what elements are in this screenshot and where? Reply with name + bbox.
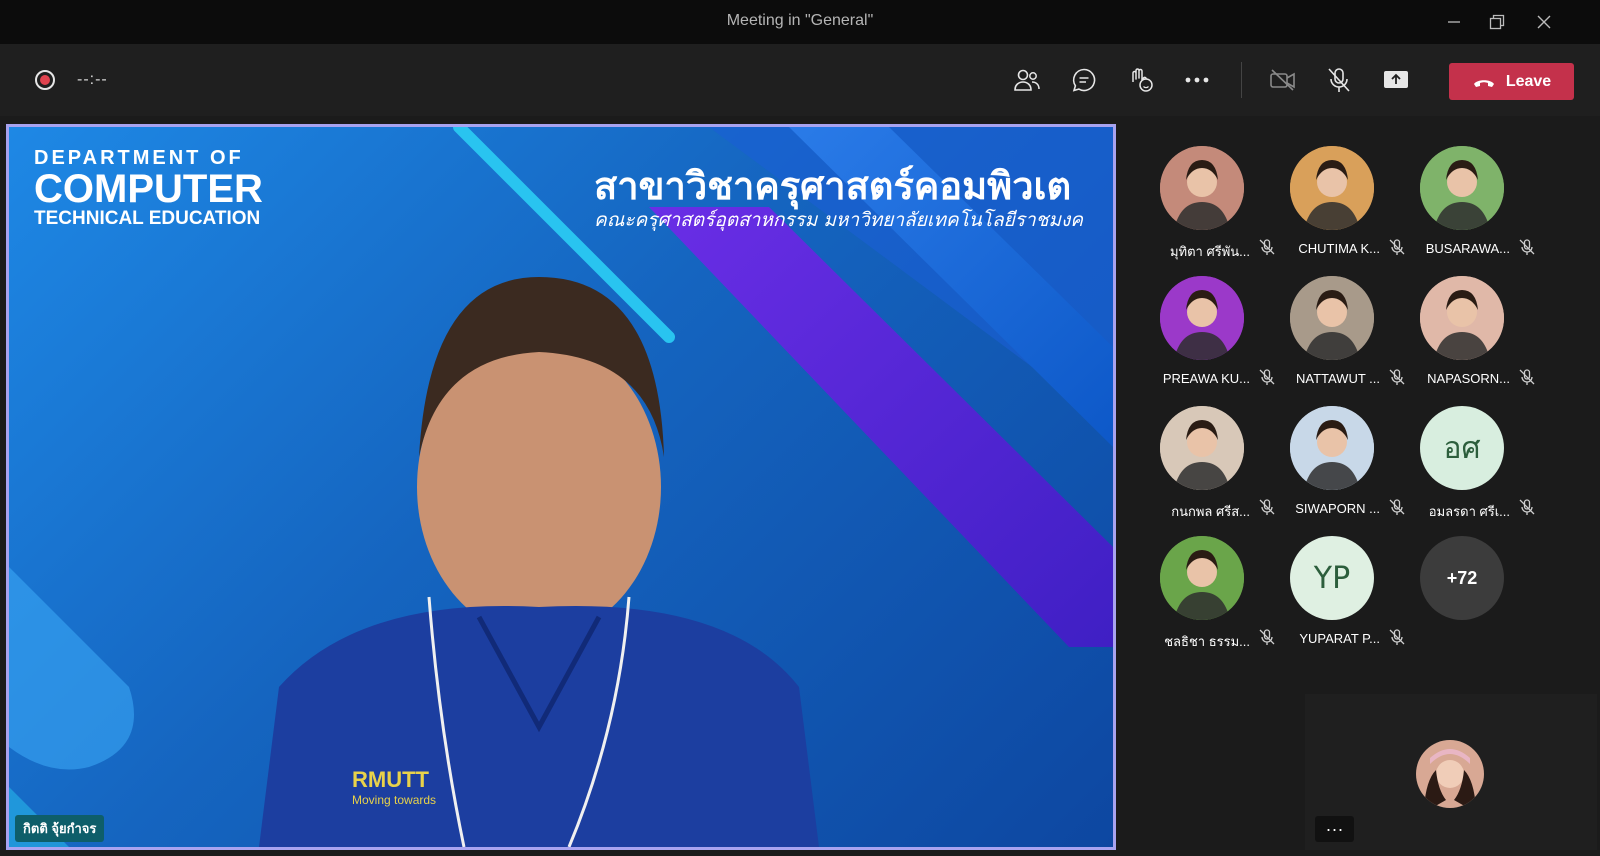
participants-button[interactable] [1007,62,1047,98]
participant-avatar [1420,276,1504,360]
participant-tile[interactable]: SIWAPORN ... [1270,384,1405,516]
camera-toggle-button[interactable] [1263,62,1303,98]
camera-off-icon [1270,69,1295,91]
self-view[interactable]: ··· [1305,694,1597,850]
window-title: Meeting in "General" [726,12,874,29]
participant-photo [1290,146,1374,230]
shirt-logo: RMUTT Moving towards [352,767,436,807]
participant-grid: มุทิตา ศรีพัน... CHUTIMA K... BUSARAWA... P… [1125,124,1600,680]
toolbar-divider [1241,62,1242,98]
dept-line2: COMPUTER [34,167,263,211]
participant-avatar: YP [1290,536,1374,620]
dept-line3: TECHNICAL EDUCATION [34,208,261,229]
speaker-video[interactable]: DEPARTMENT OF COMPUTER TECHNICAL EDUCATI… [6,124,1116,850]
participant-tile[interactable]: NAPASORN... [1400,254,1535,386]
participant-avatar [1160,146,1244,230]
meeting-toolbar: --:-- Leave [0,44,1600,116]
participant-avatar [1160,276,1244,360]
thai-banner-subtitle: คณะครุศาสตร์อุตสาหกรรม มหาวิทยาลัยเทคโนโ… [594,209,1084,231]
participant-photo [1290,406,1374,490]
minimize-button[interactable] [1431,0,1477,44]
shirt-tagline: Moving towards [352,793,437,807]
participant-avatar: อศ [1420,406,1504,490]
participant-tile[interactable]: ชลธิชา ธรรม... [1140,514,1275,649]
more-participants-count: +72 [1446,567,1478,588]
participant-avatar [1160,536,1244,620]
participant-photo [1290,276,1374,360]
participant-name: YUPARAT P... [1299,631,1380,646]
participant-photo [1160,536,1244,620]
speaker-name-badge: กิตติ จุ้ยกำจร [15,815,105,842]
department-logo-text: DEPARTMENT OF COMPUTER TECHNICAL EDUCATI… [34,147,263,230]
title-bar: Meeting in "General" [0,0,1600,44]
participant-tile[interactable]: NATTAWUT ... [1270,254,1405,386]
participant-photo [1160,406,1244,490]
self-avatar [1416,740,1484,808]
participant-avatar [1290,406,1374,490]
minimize-icon [1448,21,1460,23]
close-icon [1537,15,1551,29]
more-participants-badge[interactable]: +72 [1420,536,1504,620]
participant-photo [1160,276,1244,360]
participant-tile[interactable]: CHUTIMA K... [1270,124,1405,256]
mic-off-icon [1328,68,1350,92]
leave-label: Leave [1505,72,1552,90]
share-screen-button[interactable] [1376,62,1416,98]
participant-photo [1420,146,1504,230]
participant-photo [1420,276,1504,360]
participant-avatar [1290,276,1374,360]
participant-tile[interactable]: YP YUPARAT P... [1270,514,1405,646]
raise-hand-icon [1132,68,1153,92]
participant-avatar [1160,406,1244,490]
participant-initials: YP [1313,560,1351,596]
participant-initials: อศ [1443,430,1481,466]
more-actions-button[interactable] [1177,62,1217,98]
chat-icon [1072,68,1096,92]
people-icon [1014,69,1040,91]
close-button[interactable] [1521,0,1567,44]
chat-button[interactable] [1064,62,1104,98]
leave-button[interactable]: Leave [1449,63,1574,100]
reactions-button[interactable] [1121,62,1161,98]
meeting-timer: --:-- [77,71,108,88]
video-background [9,127,1113,847]
participant-tile[interactable]: มุทิตา ศรีพัน... [1140,124,1275,259]
more-icon [1185,77,1209,83]
self-view-more-button[interactable]: ··· [1315,816,1354,842]
restore-icon [1489,14,1505,30]
participant-tile[interactable]: อศ อมลรดา ศรีเ... [1400,384,1535,519]
participant-tile[interactable]: +72 [1400,514,1530,644]
participant-avatar [1290,146,1374,230]
participant-photo [1160,146,1244,230]
mic-toggle-button[interactable] [1319,62,1359,98]
hang-up-icon [1473,79,1494,87]
participant-tile[interactable]: BUSARAWA... [1400,124,1535,256]
participant-tile[interactable]: PREAWA KU... [1140,254,1275,386]
participant-avatar [1420,146,1504,230]
share-screen-icon [1384,71,1408,88]
participant-tile[interactable]: กนกพล ศรีส... [1140,384,1275,519]
participant-name: ชลธิชา ธรรม... [1164,634,1250,649]
recording-indicator-icon [35,70,55,90]
restore-button[interactable] [1474,0,1520,44]
shirt-logo-text: RMUTT [352,767,429,792]
